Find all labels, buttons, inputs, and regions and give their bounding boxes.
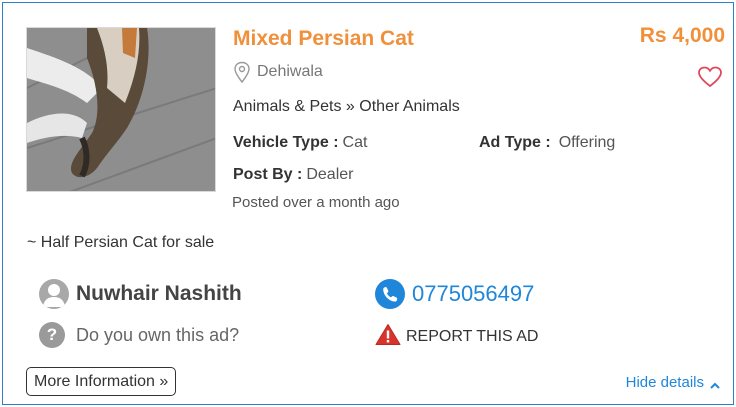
vehicle-type-field: Vehicle Type : Cat	[233, 134, 367, 152]
post-by-field: Post By : Dealer	[233, 166, 353, 184]
vehicle-type-value: Cat	[342, 134, 368, 151]
own-ad-link[interactable]: ? Do you own this ad?	[39, 322, 239, 348]
post-by-label: Post By :	[233, 166, 303, 183]
ad-type-label: Ad Type :	[479, 134, 551, 151]
own-ad-text: Do you own this ad?	[76, 324, 240, 345]
ad-type-value: Offering	[558, 134, 616, 151]
location-text: Dehiwala	[257, 63, 323, 80]
location-pin-icon	[233, 61, 251, 84]
ad-listing-card: Mixed Persian Cat Rs 4,000 Dehiwala Anim…	[2, 2, 734, 405]
listing-description: ~ Half Persian Cat for sale	[27, 234, 215, 251]
phone-icon	[375, 279, 405, 309]
report-ad-text: REPORT THIS AD	[406, 328, 539, 345]
ad-type-field: Ad Type : Offering	[479, 134, 615, 152]
posted-time: Posted over a month ago	[232, 194, 400, 211]
listing-category: Animals & Pets » Other Animals	[233, 98, 460, 115]
listing-title[interactable]: Mixed Persian Cat	[233, 27, 414, 51]
heart-icon[interactable]	[697, 65, 723, 89]
hide-details-text: Hide details	[625, 374, 704, 391]
listing-price: Rs 4,000	[639, 24, 725, 47]
hide-details-link[interactable]: Hide details	[626, 374, 721, 391]
chevron-up-icon	[709, 378, 721, 389]
phone-number[interactable]: 0775056497	[412, 281, 534, 307]
seller-info: Nuwhair Nashith	[39, 279, 242, 309]
cat-photo-image	[27, 28, 215, 191]
post-by-value: Dealer	[306, 166, 354, 183]
listing-location: Dehiwala	[233, 61, 323, 84]
report-ad-link[interactable]: REPORT THIS AD	[375, 323, 538, 351]
seller-name: Nuwhair Nashith	[76, 282, 242, 305]
user-avatar-icon	[39, 279, 69, 309]
phone-link[interactable]: 0775056497	[375, 279, 534, 309]
question-icon: ?	[39, 322, 65, 348]
more-information-button[interactable]: More Information »	[26, 367, 177, 396]
warning-icon	[375, 323, 401, 351]
vehicle-type-label: Vehicle Type :	[233, 134, 339, 151]
listing-photo[interactable]	[26, 27, 216, 192]
